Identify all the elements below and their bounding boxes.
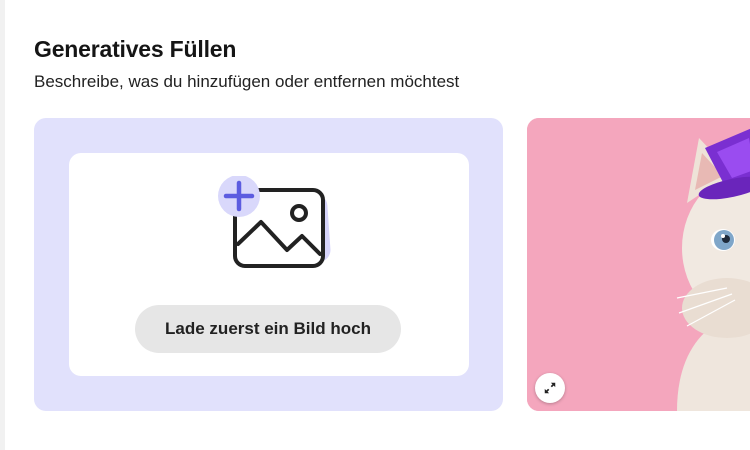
upload-image-button[interactable]: Lade zuerst ein Bild hoch [135,305,401,353]
sample-image-card[interactable] [527,118,750,411]
upload-card[interactable]: Lade zuerst ein Bild hoch [69,153,469,376]
expand-icon [544,382,556,394]
generative-fill-section: Generatives Füllen Beschreibe, was du hi… [5,0,750,450]
section-title: Generatives Füllen [34,36,237,62]
upload-panel: Lade zuerst ein Bild hoch [34,118,503,411]
cat-with-purple-hat-image [527,118,750,411]
expand-button[interactable] [535,373,565,403]
section-subtitle: Beschreibe, was du hinzufügen oder entfe… [34,72,460,91]
image-add-icon [218,176,331,268]
